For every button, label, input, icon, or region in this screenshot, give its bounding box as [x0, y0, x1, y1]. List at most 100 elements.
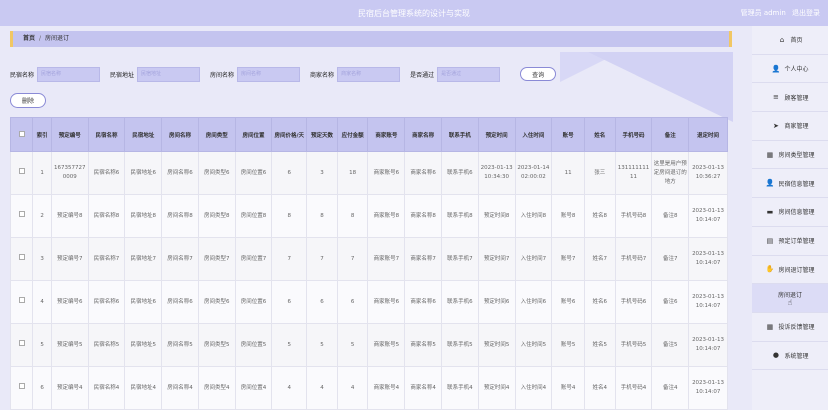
table-cell: 账号5 [551, 323, 585, 367]
search-input-room-name[interactable] [237, 66, 301, 82]
column-header: 预定时间 [477, 117, 516, 152]
table-cell: 备注7 [651, 237, 690, 281]
search-label-room-name: 房间名称 [210, 71, 235, 79]
table-cell: 预定编号5 [50, 323, 89, 367]
table-row: 1 1673577270009 民宿名称6 民宿地址6 房间名称6 房间类型6 房间位置6 6… [10, 151, 728, 195]
user-area: 管理员 admin 退出登录 [737, 8, 820, 18]
table-cell: 13111111111 [614, 151, 653, 195]
table-cell: 房间位置4 [234, 366, 273, 410]
hand-icon: ✋ [765, 265, 775, 274]
table-cell: 房间类型4 [197, 366, 236, 410]
sidebar-item[interactable]: ▦ 房间类型管理 [752, 141, 828, 170]
table-cell: 6 [271, 151, 308, 195]
row-checkbox[interactable] [18, 254, 25, 260]
row-checkbox-cell[interactable] [10, 366, 34, 410]
table-cell: 预定编号8 [50, 194, 89, 238]
send-icon: ➤ [773, 121, 779, 130]
table-cell: 商家名称6 [404, 151, 442, 195]
row-checkbox-cell[interactable] [10, 280, 34, 324]
table-cell: 2023-01-13 10:14:07 [688, 323, 728, 367]
column-header: 应付金额 [336, 117, 369, 152]
table-cell: 2023-01-13 10:14:07 [688, 237, 728, 281]
table-cell: 民宿地址8 [124, 194, 163, 238]
sidebar-item[interactable]: ▤ 预定订单管理 [752, 227, 828, 256]
sidebar-item[interactable]: ⌂ 首页 [752, 26, 828, 55]
row-checkbox-cell[interactable] [10, 194, 34, 238]
table-cell: 2023-01-13 10:34:30 [477, 151, 516, 195]
sidebar-item[interactable]: ➤ 商家管理 [752, 112, 828, 141]
search-input-homestay-address[interactable] [137, 66, 201, 82]
app-title: 民宿后台管理系统的设计与实现 [358, 9, 470, 18]
table-cell: 手机号码5 [614, 323, 653, 367]
logout-link[interactable]: 退出登录 [792, 9, 820, 17]
column-header: 索引 [32, 117, 52, 152]
table-cell: 民宿地址5 [124, 323, 163, 367]
table-cell: 1 [32, 151, 52, 195]
table-header-row: 索引 预定编号 民宿名称 民宿地址 房间名称 房间类型 房间位置 房间价格/天 预定天数 应付金额… [10, 117, 728, 152]
table-cell: 联系手机6 [440, 280, 479, 324]
table-cell: 1673577270009 [50, 151, 89, 195]
table-cell: 张三 [583, 151, 616, 195]
sidebar-item[interactable]: ≡ 顾客管理 [752, 83, 828, 113]
column-header: 预定天数 [306, 117, 338, 152]
row-checkbox-cell[interactable] [10, 237, 34, 281]
row-checkbox[interactable] [18, 168, 25, 174]
table-cell: 商家名称6 [404, 280, 442, 324]
table-cell: 民宿地址6 [124, 151, 163, 195]
table-cell: 预定编号4 [50, 366, 89, 410]
table-cell: 手机号码4 [614, 366, 653, 410]
table-cell: 2 [32, 194, 52, 238]
row-checkbox[interactable] [18, 211, 25, 217]
delete-button[interactable]: 删除 [10, 93, 46, 108]
sidebar-item[interactable]: 房间退订 ☝ [752, 284, 828, 313]
table-cell: 4 [336, 366, 369, 410]
table-cell: 民宿名称5 [87, 323, 126, 367]
sidebar-item[interactable]: ▦ 投诉反馈管理 [752, 313, 828, 342]
breadcrumb-home[interactable]: 首页 [23, 35, 35, 42]
table-cell: 3 [32, 237, 52, 281]
search-input-merchant-name[interactable] [337, 66, 401, 82]
table-cell: 房间类型7 [197, 237, 236, 281]
row-checkbox-cell[interactable] [10, 151, 34, 195]
sidebar-item[interactable]: 👤 民宿信息管理 [752, 169, 828, 199]
row-checkbox[interactable] [18, 340, 25, 346]
table-cell: 6 [271, 280, 308, 324]
query-button[interactable]: 查询 [520, 67, 557, 81]
sidebar-item[interactable]: ● 系统管理 [752, 342, 828, 371]
table-cell: 账号4 [551, 366, 585, 410]
table-cell: 联系手机8 [440, 194, 479, 238]
sidebar: ⌂ 首页 👤 个人中心 ≡ 顾客管理 ➤ 商家管理 ▦ 房间类型管理 👤 民宿信息管理 ▬ 房间信息管理 ▤… [752, 26, 828, 410]
table-cell: 7 [336, 237, 369, 281]
table-cell: 民宿名称6 [87, 151, 126, 195]
table-cell: 11 [551, 151, 585, 195]
table-cell: 6 [306, 280, 338, 324]
select-all-checkbox-cell[interactable] [10, 117, 34, 152]
monitor-icon: ▬ [766, 207, 774, 216]
sidebar-item[interactable]: ✋ 房间退订管理 [752, 256, 828, 285]
sidebar-item[interactable]: ▬ 房间信息管理 [752, 198, 828, 227]
table-cell: 手机号码6 [614, 280, 653, 324]
column-header: 入住时间 [514, 117, 553, 152]
search-input-homestay-name[interactable] [37, 66, 101, 82]
table-row: 4 预定编号6 民宿名称6 民宿地址6 房间名称6 房间类型6 房间位置6 6 6 6 商家账号6 商… [10, 280, 728, 324]
column-header: 账号 [551, 117, 585, 152]
table-cell: 2023-01-13 10:14:07 [688, 194, 728, 238]
sidebar-item-label: 个人中心 [784, 66, 809, 74]
table-cell: 商家账号7 [367, 237, 406, 281]
table-cell: 房间名称4 [161, 366, 199, 410]
table-cell: 预定时间4 [477, 366, 516, 410]
row-checkbox[interactable] [18, 297, 25, 303]
search-input-approved[interactable] [437, 66, 501, 82]
sidebar-item[interactable]: 👤 个人中心 [752, 55, 828, 84]
table-cell: 2023-01-13 10:36:27 [688, 151, 728, 195]
search-bar: 民宿名称 民宿地址 房间名称 商家名称 是否通过 查询 [10, 66, 557, 82]
table-cell: 4 [271, 366, 308, 410]
table-cell: 商家名称5 [404, 323, 442, 367]
table-cell: 入住时间8 [514, 194, 553, 238]
table-row: 5 预定编号5 民宿名称5 民宿地址5 房间名称5 房间类型5 房间位置5 5 5 5 商家账号5 商… [10, 323, 728, 367]
select-all-checkbox[interactable] [18, 130, 25, 137]
row-checkbox[interactable] [18, 383, 25, 389]
table-cell: 联系手机4 [440, 366, 479, 410]
table-cell: 房间名称8 [161, 194, 199, 238]
row-checkbox-cell[interactable] [10, 323, 34, 367]
